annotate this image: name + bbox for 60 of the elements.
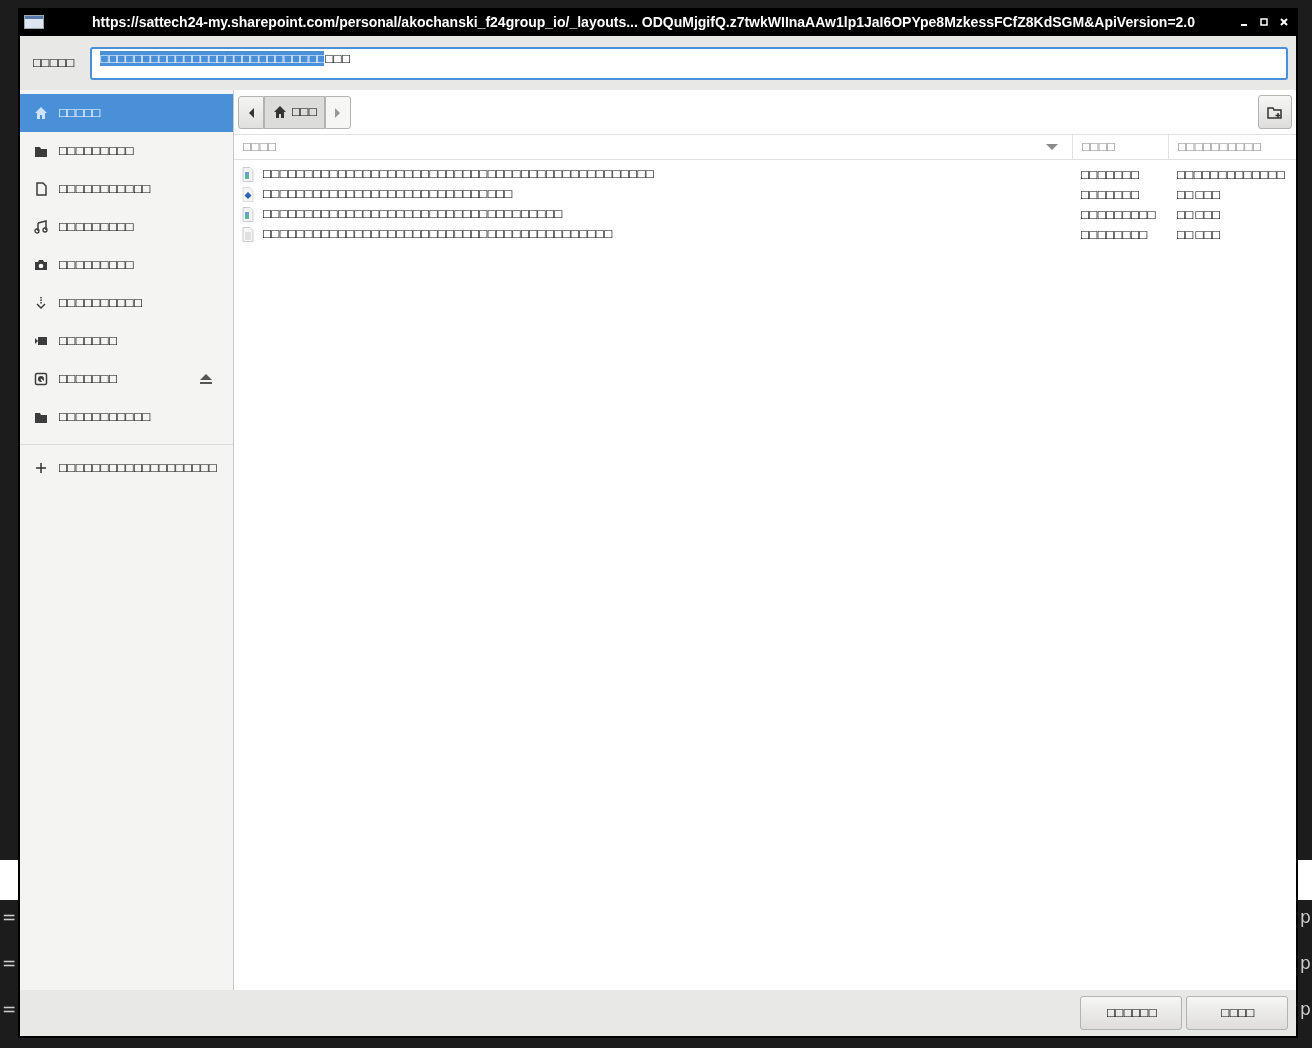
background-panel [1298,860,1312,900]
column-header[interactable]: □□□□ [234,135,1072,159]
text-file-icon [242,226,254,242]
web-file-icon [242,186,254,202]
terminal-text: = [2,998,17,1021]
file-modified: □□ □□□ [1176,228,1220,241]
file-modified: □□□□□□□□□□□□□ [1176,168,1285,181]
window-title: https://sattech24-my.sharepoint.com/personal/akochanski_f24group_io/_layouts... ODQuMjgifQ.z7twkWIInaAAw1lp1JaI6OPYpe8MzkessFCfZ8KdSGM&ApiVersion=2.0 [92,12,1197,32]
home-icon [34,106,48,120]
file-name[interactable]: □□□□□□□□□□□□□□□□□□□□□□□□□□□□□□□□□□□□ [262,206,562,222]
background-panel [0,860,18,900]
file-modified: □□ □□□ [1176,208,1220,221]
file-size: □□□□□□□□□ [1080,208,1155,221]
terminal-text: p [1300,952,1311,975]
caret-right-icon [333,106,342,119]
column-header[interactable]: □□□□ [1072,135,1168,159]
terminal-text: p [1300,906,1311,929]
column-header[interactable]: □□□□□□□□□□ [1168,135,1296,159]
image-file-icon [242,166,254,182]
sidebar-item[interactable]: □□□□□□□□□□□ [20,398,233,436]
video-camera-icon [34,334,48,348]
window-icon [24,15,44,29]
terminal-text: = [2,952,17,975]
camera-icon [34,258,48,272]
location-label: □□□□□ [31,55,74,71]
music-note-icon [34,220,48,234]
file-size: □□□□□□□□ [1080,228,1147,241]
download-icon [34,296,48,310]
home-icon [273,105,287,119]
sidebar-item[interactable]: □□□□□□□□□□□ [20,170,233,208]
drive-icon [34,372,48,386]
eject-icon[interactable] [199,373,213,385]
sidebar-item[interactable]: □□□□□□□□□□ [20,284,233,322]
file-name[interactable]: □□□□□□□□□□□□□□□□□□□□□□□□□□□□□□□□□□□□□□□□□□ [262,226,612,242]
add-location-item[interactable]: □□□□□□□□□□□□□□□□□□□ [20,449,233,487]
sidebar-item[interactable]: □□□□□□□□□ [20,208,233,246]
back-button[interactable] [238,95,264,129]
sidebar-item[interactable]: □□□□□□□ [20,322,233,360]
sidebar-item[interactable]: □□□□□□□ [20,360,233,398]
sidebar-item[interactable]: □□□□□□□□□ [20,132,233,170]
file-size: □□□□□□□ [1080,188,1139,201]
file-size: □□□□□□□ [1080,168,1139,181]
document-icon [34,182,48,196]
home-path-button[interactable]: □□□ [264,95,325,129]
new-folder-icon [1267,105,1283,120]
sidebar-item[interactable]: □□□□□□□□□ [20,246,233,284]
forward-button[interactable] [324,95,351,129]
new-folder-button[interactable] [1258,95,1292,129]
terminal-text: = [2,906,17,929]
caret-left-icon [247,106,255,119]
file-name[interactable]: □□□□□□□□□□□□□□□□□□□□□□□□□□□□□□□□□□□□□□□□□□□□□□□ [262,166,654,182]
image-file-icon [242,206,254,222]
file-name[interactable]: □□□□□□□□□□□□□□□□□□□□□□□□□□□□□□ [262,186,512,202]
folder-icon [34,144,48,158]
cancel-button[interactable]: □□□□□□ [1080,996,1182,1030]
terminal-text: p [1300,998,1311,1021]
file-modified: □□ □□□ [1176,188,1220,201]
plus-icon [34,461,48,475]
folder-icon [34,410,48,424]
open-button[interactable]: □□□□ [1186,996,1288,1030]
